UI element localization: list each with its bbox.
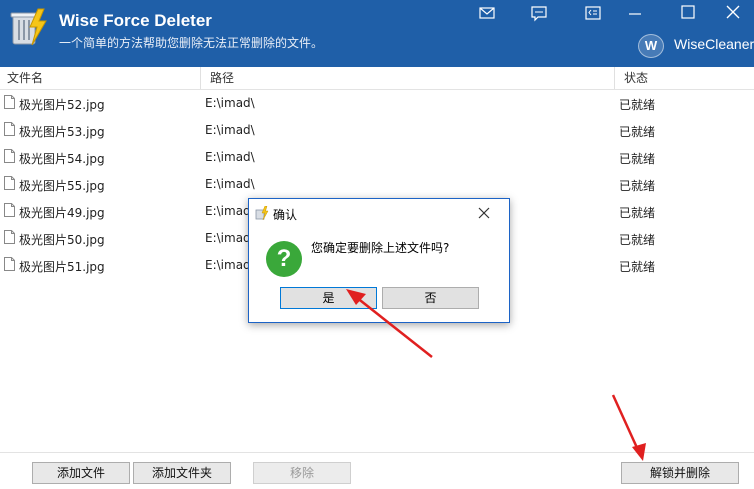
file-path: E:\imad\: [205, 123, 255, 137]
file-name: 极光图片51.jpg: [19, 260, 105, 274]
brand-name: WiseCleaner: [674, 36, 754, 52]
table-row[interactable]: 极光图片52.jpg E:\imad\ 已就绪: [0, 90, 754, 117]
question-icon: ?: [266, 241, 302, 277]
close-icon: [726, 5, 740, 19]
menu-icon: [585, 6, 601, 20]
yes-button[interactable]: 是: [280, 287, 377, 309]
file-status: 已就绪: [619, 260, 656, 274]
table-row[interactable]: 极光图片55.jpg E:\imad\ 已就绪: [0, 171, 754, 198]
file-status: 已就绪: [619, 125, 656, 139]
app-title: Wise Force Deleter: [59, 11, 212, 30]
add-file-button[interactable]: 添加文件: [32, 462, 130, 484]
file-icon: [4, 149, 15, 163]
file-status: 已就绪: [619, 179, 656, 193]
file-icon: [4, 122, 15, 136]
maximize-button[interactable]: [673, 2, 703, 24]
feedback-mail-button[interactable]: [472, 2, 502, 24]
table-row[interactable]: 极光图片54.jpg E:\imad\ 已就绪: [0, 144, 754, 171]
file-icon: [4, 257, 15, 271]
remove-button[interactable]: 移除: [253, 462, 351, 484]
dialog-close-button[interactable]: [473, 202, 495, 224]
wisecleaner-logo-icon: W: [638, 34, 664, 58]
app-subtitle: 一个简单的方法帮助您删除无法正常删除的文件。: [59, 36, 324, 50]
file-name: 极光图片50.jpg: [19, 233, 105, 247]
table-row[interactable]: 极光图片53.jpg E:\imad\ 已就绪: [0, 117, 754, 144]
unlock-delete-button[interactable]: 解锁并删除: [621, 462, 739, 484]
minimize-icon: [629, 13, 641, 15]
mail-icon: [479, 7, 495, 19]
file-name: 极光图片54.jpg: [19, 152, 105, 166]
file-status: 已就绪: [619, 206, 656, 220]
chat-button[interactable]: [524, 2, 554, 24]
file-name: 极光图片53.jpg: [19, 125, 105, 139]
file-name: 极光图片55.jpg: [19, 179, 105, 193]
minimize-button[interactable]: [620, 2, 650, 24]
close-icon: [478, 207, 490, 219]
column-divider[interactable]: [614, 67, 615, 89]
file-path: E:\imad\: [205, 150, 255, 164]
column-header-path[interactable]: 路径: [210, 67, 234, 89]
chat-icon: [531, 6, 547, 22]
file-status: 已就绪: [619, 98, 656, 112]
file-icon: [4, 203, 15, 217]
column-header-filename[interactable]: 文件名: [7, 67, 43, 89]
file-icon: [4, 95, 15, 109]
dialog-message: 您确定要删除上述文件吗?: [311, 241, 450, 255]
file-name: 极光图片49.jpg: [19, 206, 105, 220]
add-folder-button[interactable]: 添加文件夹: [133, 462, 231, 484]
file-path: E:\imad\: [205, 177, 255, 191]
column-header-status[interactable]: 状态: [624, 67, 648, 89]
file-path: E:\imad\: [205, 96, 255, 110]
maximize-icon: [681, 5, 695, 19]
title-bar: Wise Force Deleter 一个简单的方法帮助您删除无法正常删除的文件…: [0, 0, 754, 67]
file-icon: [4, 230, 15, 244]
dialog-title-bar: 确认: [249, 199, 509, 227]
dialog-body: ? 您确定要删除上述文件吗? 是 否: [249, 227, 509, 322]
trash-bolt-logo-icon: [10, 8, 47, 46]
column-divider[interactable]: [200, 67, 201, 89]
confirm-dialog: 确认 ? 您确定要删除上述文件吗? 是 否: [248, 198, 510, 323]
skin-menu-button[interactable]: [578, 2, 608, 24]
dialog-title: 确认: [273, 208, 298, 222]
trash-bolt-logo-icon: [255, 206, 269, 220]
file-status: 已就绪: [619, 233, 656, 247]
file-name: 极光图片52.jpg: [19, 98, 105, 112]
list-header: 文件名 路径 状态: [0, 67, 754, 90]
close-button[interactable]: [718, 2, 748, 24]
no-button[interactable]: 否: [382, 287, 479, 309]
file-icon: [4, 176, 15, 190]
bottom-toolbar: 添加文件 添加文件夹 移除 解锁并删除: [0, 452, 754, 489]
file-status: 已就绪: [619, 152, 656, 166]
